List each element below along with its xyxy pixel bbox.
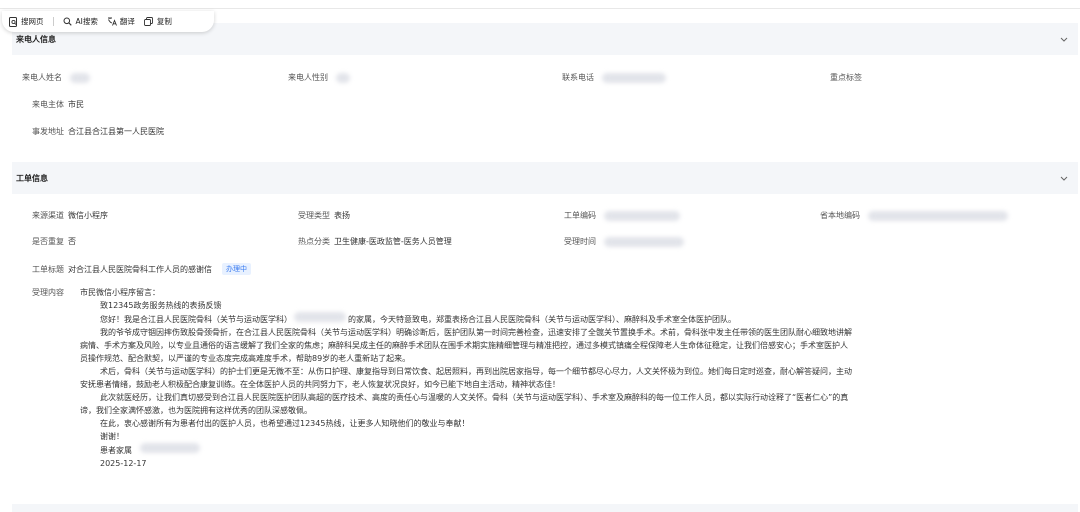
- accept-time-redacted: [604, 236, 684, 247]
- caller-info-title: 来电人信息: [16, 34, 56, 44]
- caller-subject-value: 市民: [68, 100, 84, 109]
- content-segment: 您好！我是合江县人民医院骨科（关节与运动医学科）: [100, 315, 292, 324]
- ticket-info-title: 工单信息: [16, 173, 48, 183]
- content-line: 在此，衷心感谢所有为患者付出的医护人员，也希望通过12345热线，让更多人知晓他…: [100, 419, 470, 428]
- content-line: 病情、手术方案及风险，以专业且通俗的语言缓解了我们全家的焦虑；麻醉科吴成主任的麻…: [80, 341, 848, 350]
- content-line: 员操作规范、配合默契，以严谨的专业态度完成高难度手术，帮助89岁的老人重新站了起…: [80, 354, 411, 363]
- accept-time-label: 受理时间: [564, 237, 596, 246]
- caller-name-field: 来电人姓名: [22, 72, 90, 83]
- is-repeat-label: 是否重复: [32, 237, 64, 246]
- ai-search-button[interactable]: AI搜索: [63, 16, 98, 27]
- ticket-info-header[interactable]: 工单信息: [12, 162, 1078, 194]
- ticket-title-label: 工单标题: [32, 264, 64, 274]
- translate-button[interactable]: 翻译: [107, 16, 135, 27]
- content-label-field: 受理内容: [32, 286, 64, 299]
- ticket-content: 市民微信小程序留言： 致12345政务服务热线的表扬反馈 您好！我是合江县人民医…: [80, 286, 1070, 470]
- translate-label: 翻译: [119, 17, 135, 26]
- caller-phone-field: 联系电话: [562, 72, 666, 83]
- caller-name-redacted: [70, 72, 90, 83]
- accept-type-label: 受理类型: [298, 211, 330, 220]
- source-channel-label: 来源渠道: [32, 211, 64, 220]
- source-channel-field: 来源渠道 微信小程序: [32, 210, 108, 221]
- caller-subject-field: 来电主体 市民: [32, 99, 84, 110]
- caller-phone-redacted: [602, 72, 666, 83]
- top-divider: [0, 8, 1080, 9]
- chevron-down-icon[interactable]: [1058, 172, 1070, 184]
- local-number-label: 省本地编码: [820, 211, 860, 220]
- copy-button[interactable]: 复制: [144, 16, 172, 27]
- content-line: 安抚患者情绪，鼓励老人积极配合康复训练。在全体医护人员的共同努力下，老人恢复状况…: [80, 380, 560, 389]
- caller-subject-label: 来电主体: [32, 100, 64, 109]
- ticket-number-label: 工单编码: [564, 211, 596, 220]
- status-badge: 办理中: [222, 263, 251, 275]
- caller-name-label: 来电人姓名: [22, 73, 62, 82]
- translate-icon: [107, 17, 117, 27]
- accept-time-field: 受理时间: [564, 236, 684, 247]
- content-line: 您好！我是合江县人民医院骨科（关节与运动医学科） 的家属，今天特意致电，郑重表扬合…: [80, 312, 1070, 326]
- next-section-header: [12, 504, 1078, 512]
- accept-type-field: 受理类型 表扬: [298, 210, 350, 221]
- ticket-number-redacted: [604, 210, 680, 221]
- web-search-label: 搜网页: [21, 17, 44, 26]
- caller-phone-label: 联系电话: [562, 73, 594, 82]
- content-segment: 患者家属: [100, 446, 132, 455]
- local-number-redacted: [868, 210, 1008, 221]
- name-redacted: [294, 312, 346, 322]
- content-label: 受理内容: [32, 288, 64, 297]
- web-search-button[interactable]: 搜网页: [8, 16, 44, 27]
- local-number-field: 省本地编码: [820, 210, 1008, 221]
- selection-toolbar: 搜网页 AI搜索 翻译 复制: [2, 11, 214, 32]
- accept-type-value: 表扬: [334, 211, 350, 220]
- chevron-down-icon[interactable]: [1058, 33, 1070, 45]
- ticket-title-field: 工单标题 对合江县人民医院骨科工作人员的感谢信 办理中: [32, 263, 251, 275]
- ticket-title-value: 对合江县人民医院骨科工作人员的感谢信: [68, 264, 212, 274]
- content-line: 谢谢！: [100, 432, 124, 441]
- content-line: 我的爷爷成守锢因摔伤致股骨颈骨折，在合江县人民医院骨科（关节与运动医学科）明确诊…: [100, 328, 852, 337]
- content-date: 2025-12-17: [100, 459, 147, 468]
- source-channel-value: 微信小程序: [68, 211, 108, 220]
- content-line: 术后，骨科（关节与运动医学科）的护士们更是无微不至：从伤口护理、康复指导到日常饮…: [100, 367, 852, 376]
- is-repeat-value: 否: [68, 237, 76, 246]
- content-line: 患者家属: [80, 443, 1070, 457]
- is-repeat-field: 是否重复 否: [32, 236, 76, 247]
- key-tag-label: 重点标签: [830, 73, 862, 82]
- caller-gender-label: 来电人性别: [288, 73, 328, 82]
- hot-category-value: 卫生健康-医政监管-医务人员管理: [334, 237, 452, 246]
- ticket-number-field: 工单编码: [564, 210, 680, 221]
- ai-search-label: AI搜索: [75, 17, 98, 26]
- incident-address-value: 合江县合江县第一人民医院: [68, 127, 164, 136]
- content-line: 市民微信小程序留言：: [80, 288, 160, 297]
- incident-address-label: 事发地址: [32, 127, 64, 136]
- content-line: 致12345政务服务热线的表扬反馈: [100, 301, 222, 310]
- caller-gender-field: 来电人性别: [288, 72, 350, 83]
- content-segment: 的家属，今天特意致电，郑重表扬合江县人民医院骨科（关节与运动医学科）、麻醉科及手…: [348, 315, 736, 324]
- toolbar-divider: [52, 17, 54, 26]
- hot-category-label: 热点分类: [298, 237, 330, 246]
- key-tag-field: 重点标签: [830, 72, 862, 83]
- copy-label: 复制: [156, 17, 172, 26]
- caller-gender-redacted: [336, 72, 350, 83]
- signer-redacted: [140, 443, 200, 453]
- content-line: 谛，我们全家满怀感激，也为医院拥有这样优秀的团队深感敬佩。: [80, 406, 312, 415]
- incident-address-field: 事发地址 合江县合江县第一人民医院: [32, 126, 164, 137]
- content-line: 此次就医经历，让我们真切感受到合江县人民医院医护团队高超的医疗技术、高度的责任心…: [100, 393, 849, 402]
- search-icon: [63, 17, 73, 27]
- copy-icon: [144, 17, 154, 27]
- hot-category-field: 热点分类 卫生健康-医政监管-医务人员管理: [298, 236, 452, 247]
- web-search-icon: [8, 16, 18, 27]
